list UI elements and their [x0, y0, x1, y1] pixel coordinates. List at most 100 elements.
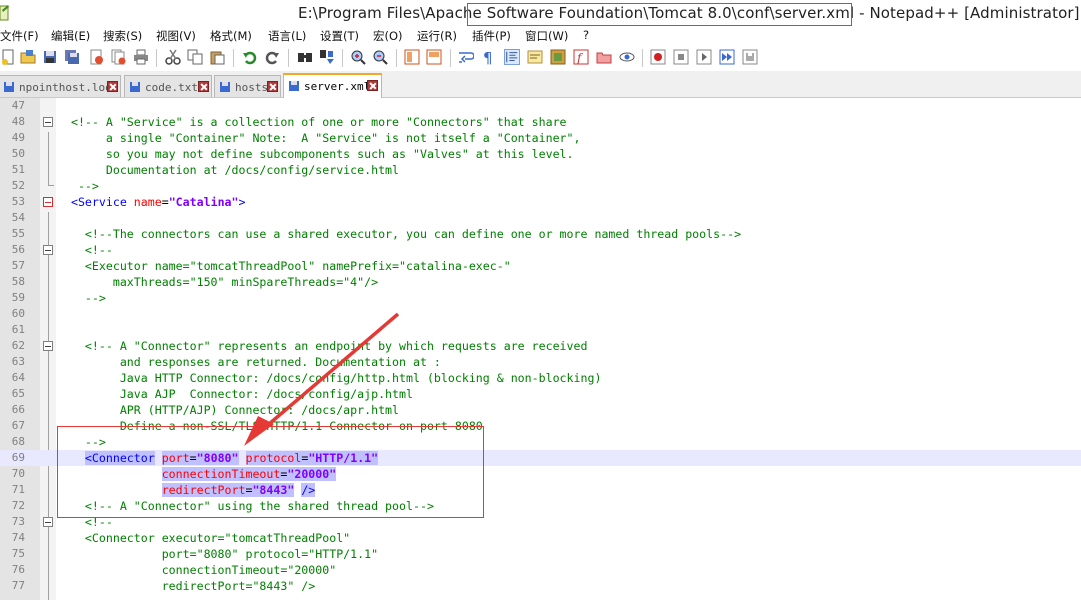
save-all-icon[interactable] [64, 49, 80, 65]
annotation-title-highlight [467, 3, 852, 26]
macro-save-icon[interactable] [742, 49, 758, 65]
fold-toggle-icon[interactable] [43, 341, 53, 351]
menu-search[interactable]: 搜索(S) [103, 28, 142, 44]
macro-play-multiple-icon[interactable] [719, 49, 735, 65]
toolbar-separator [288, 49, 289, 67]
menu-window[interactable]: 窗口(W) [525, 28, 568, 44]
replace-icon[interactable] [319, 49, 335, 65]
code-line: 59 --> [0, 290, 1081, 306]
close-tab-icon[interactable] [367, 80, 378, 91]
code-line: 57 <Executor name="tomcatThreadPool" nam… [0, 258, 1081, 274]
menu-help[interactable]: ? [583, 28, 589, 42]
zoom-out-icon[interactable] [372, 49, 388, 65]
zoom-in-icon[interactable] [350, 49, 366, 65]
line-number: 63 [11, 355, 25, 368]
word-wrap-icon[interactable] [458, 49, 474, 65]
monitoring-icon[interactable] [619, 49, 635, 65]
line-number: 67 [11, 419, 25, 432]
fold-end-marker [48, 185, 54, 186]
code-line: 56 <!-- [0, 242, 1081, 258]
code-text: <!-- [57, 243, 113, 257]
code-text: Java HTTP Connector: /docs/config/http.h… [57, 371, 602, 385]
line-number: 51 [11, 163, 25, 176]
tab-npointhost[interactable]: npointhost.look [0, 75, 121, 97]
copy-icon[interactable] [187, 49, 203, 65]
code-editor[interactable]: 47 48 <!-- A "Service" is a collection o… [0, 98, 1081, 600]
line-number: 71 [11, 483, 25, 496]
sync-vertical-icon[interactable] [404, 49, 420, 65]
close-tab-icon[interactable] [107, 81, 118, 92]
paste-icon[interactable] [209, 49, 225, 65]
fold-toggle-icon[interactable] [43, 517, 53, 527]
title-bar: E:\Program Files\Apache Software Foundat… [0, 0, 1081, 28]
code-line: 64 Java HTTP Connector: /docs/config/htt… [0, 370, 1081, 386]
save-icon[interactable] [42, 49, 58, 65]
menu-run[interactable]: 运行(R) [417, 28, 457, 44]
menu-format[interactable]: 格式(M) [210, 28, 252, 44]
code-text: and responses are returned. Documentatio… [57, 355, 441, 369]
code-line: 61 [0, 322, 1081, 338]
fold-toggle-icon[interactable] [43, 117, 53, 127]
line-number: 57 [11, 259, 25, 272]
line-number: 73 [11, 515, 25, 528]
print-icon[interactable] [133, 49, 149, 65]
code-line: 63 and responses are returned. Documenta… [0, 354, 1081, 370]
code-line: 65 Java AJP Connector: /docs/config/ajp.… [0, 386, 1081, 402]
menu-language[interactable]: 语言(L) [268, 28, 306, 44]
user-language-icon[interactable] [527, 49, 543, 65]
toolbar-separator [156, 49, 157, 67]
line-number: 47 [11, 99, 25, 112]
line-number: 56 [11, 243, 25, 256]
close-file-icon[interactable] [88, 49, 104, 65]
tab-hosts[interactable]: hosts [214, 75, 281, 97]
macro-stop-icon[interactable] [673, 49, 689, 65]
code-text: maxThreads="150" minSpareThreads="4"/> [57, 275, 379, 289]
menu-file[interactable]: 文件(F) [0, 28, 39, 44]
menu-macro[interactable]: 宏(O) [373, 28, 403, 44]
show-all-characters-icon[interactable]: ¶ [480, 49, 496, 65]
undo-icon[interactable] [242, 49, 258, 65]
line-number: 69 [11, 451, 25, 464]
open-file-icon[interactable] [20, 49, 36, 65]
menu-edit[interactable]: 编辑(E) [51, 28, 90, 44]
line-number: 61 [11, 323, 25, 336]
line-number: 54 [11, 211, 25, 224]
code-text: connectionTimeout="20000" [57, 563, 337, 577]
redo-icon[interactable] [264, 49, 280, 65]
line-number: 70 [11, 467, 25, 480]
svg-text:¶: ¶ [483, 49, 493, 65]
fold-toggle-icon[interactable] [43, 197, 53, 207]
find-icon[interactable] [297, 49, 313, 65]
function-list-icon[interactable]: f [573, 49, 589, 65]
macro-record-icon[interactable] [650, 49, 666, 65]
line-number: 48 [11, 115, 25, 128]
close-tab-icon[interactable] [267, 81, 278, 92]
line-number: 68 [11, 435, 25, 448]
code-text: <Connector executor="tomcatThreadPool" [57, 531, 351, 545]
new-file-icon[interactable] [0, 49, 16, 65]
file-tab-icon [289, 81, 299, 91]
macro-play-icon[interactable] [696, 49, 712, 65]
tab-server-xml[interactable]: server.xml [283, 73, 382, 98]
sync-horizontal-icon[interactable] [426, 49, 442, 65]
line-number: 55 [11, 227, 25, 240]
close-tab-icon[interactable] [198, 81, 209, 92]
tab-label: npointhost.look [19, 81, 119, 94]
toolbar-separator [450, 49, 451, 67]
tab-code[interactable]: code.txt [124, 75, 212, 97]
menu-settings[interactable]: 设置(T) [320, 28, 359, 44]
fold-toggle-icon[interactable] [43, 245, 53, 255]
menu-plugins[interactable]: 插件(P) [472, 28, 511, 44]
document-map-icon[interactable] [550, 49, 566, 65]
folder-workspace-icon[interactable] [596, 49, 612, 65]
code-line: 48 <!-- A "Service" is a collection of o… [0, 114, 1081, 130]
line-number: 53 [11, 195, 25, 208]
menu-view[interactable]: 视图(V) [156, 28, 196, 44]
toolbar-separator [342, 49, 343, 67]
line-number: 49 [11, 131, 25, 144]
cut-icon[interactable] [165, 49, 181, 65]
code-text: <!-- A "Connector" represents an endpoin… [57, 339, 588, 353]
indent-guide-icon[interactable] [504, 49, 520, 65]
code-line: 75 port="8080" protocol="HTTP/1.1" [0, 546, 1081, 562]
close-all-icon[interactable] [110, 49, 126, 65]
